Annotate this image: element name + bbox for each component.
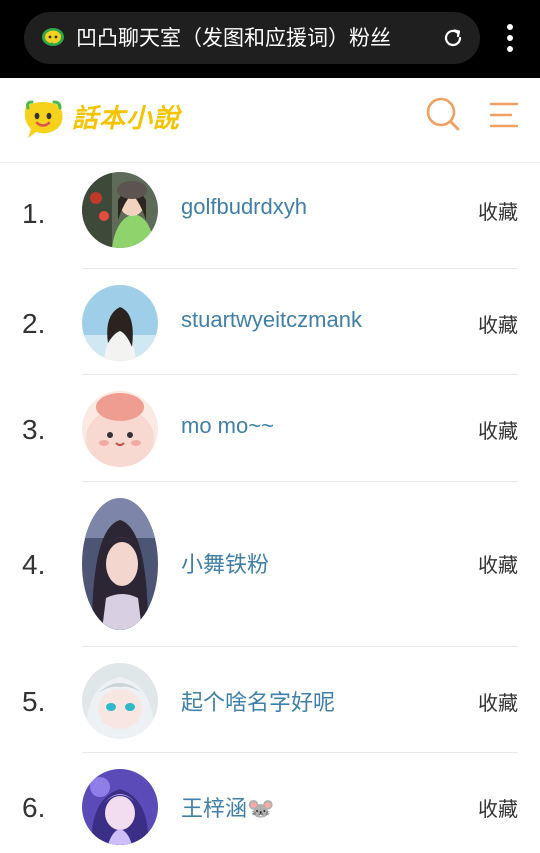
- tab-title: 凹凸聊天室（发图和应援词）粉丝: [76, 26, 391, 50]
- fan-name[interactable]: stuartwyeitczmank: [181, 307, 362, 333]
- fan-name[interactable]: golfbudrdxyh: [181, 194, 307, 220]
- avatar[interactable]: [82, 769, 158, 845]
- hamburger-menu-icon[interactable]: [489, 101, 519, 129]
- site-header: 話本小說: [0, 78, 540, 163]
- list-item[interactable]: 1. golfbudrdxyh 收藏: [0, 162, 540, 269]
- address-bar[interactable]: 凹凸聊天室（发图和应援词）粉丝: [24, 12, 480, 64]
- rank-number: 6.: [22, 792, 46, 823]
- browser-toolbar: 凹凸聊天室（发图和应援词）粉丝: [0, 0, 540, 78]
- favorite-button[interactable]: 收藏: [478, 415, 518, 444]
- search-icon[interactable]: [425, 96, 461, 132]
- fan-name[interactable]: 王梓涵🐭: [181, 791, 274, 823]
- reload-icon[interactable]: [441, 26, 465, 50]
- avatar[interactable]: [82, 391, 158, 467]
- fan-name[interactable]: mo mo~~: [181, 413, 274, 439]
- rank-number: 2.: [22, 308, 46, 339]
- rank-number: 1.: [22, 198, 46, 229]
- rank-number: 3.: [22, 414, 46, 445]
- list-item[interactable]: 2. stuartwyeitczmank 收藏: [0, 269, 540, 375]
- list-item[interactable]: 5. 起个啥名字好呢 收藏: [0, 647, 540, 753]
- rank-number: 5.: [22, 686, 46, 717]
- favorite-button[interactable]: 收藏: [478, 793, 518, 822]
- mascot-logo-icon[interactable]: [20, 96, 66, 142]
- avatar[interactable]: [82, 498, 158, 630]
- favorite-button[interactable]: 收藏: [478, 549, 518, 578]
- chat-bubble-icon: [42, 28, 64, 46]
- favorite-button[interactable]: 收藏: [478, 196, 518, 225]
- list-item[interactable]: 4. 小舞铁粉 收藏: [0, 482, 540, 647]
- site-logo-text[interactable]: 話本小說: [72, 102, 180, 136]
- fan-name[interactable]: 起个啥名字好呢: [181, 685, 335, 717]
- avatar[interactable]: [82, 172, 158, 248]
- favorite-button[interactable]: 收藏: [478, 687, 518, 716]
- rank-number: 4.: [22, 549, 46, 580]
- favorite-button[interactable]: 收藏: [478, 309, 518, 338]
- avatar[interactable]: [82, 285, 158, 361]
- avatar[interactable]: [82, 663, 158, 739]
- fan-ranking-list: 1. golfbudrdxyh 收藏 2. stuartwyeitczmank …: [0, 162, 540, 853]
- list-item[interactable]: 6. 王梓涵🐭 收藏: [0, 753, 540, 853]
- more-vertical-icon[interactable]: [498, 22, 522, 54]
- fan-name[interactable]: 小舞铁粉: [181, 547, 269, 579]
- list-item[interactable]: 3. mo mo~~ 收藏: [0, 375, 540, 482]
